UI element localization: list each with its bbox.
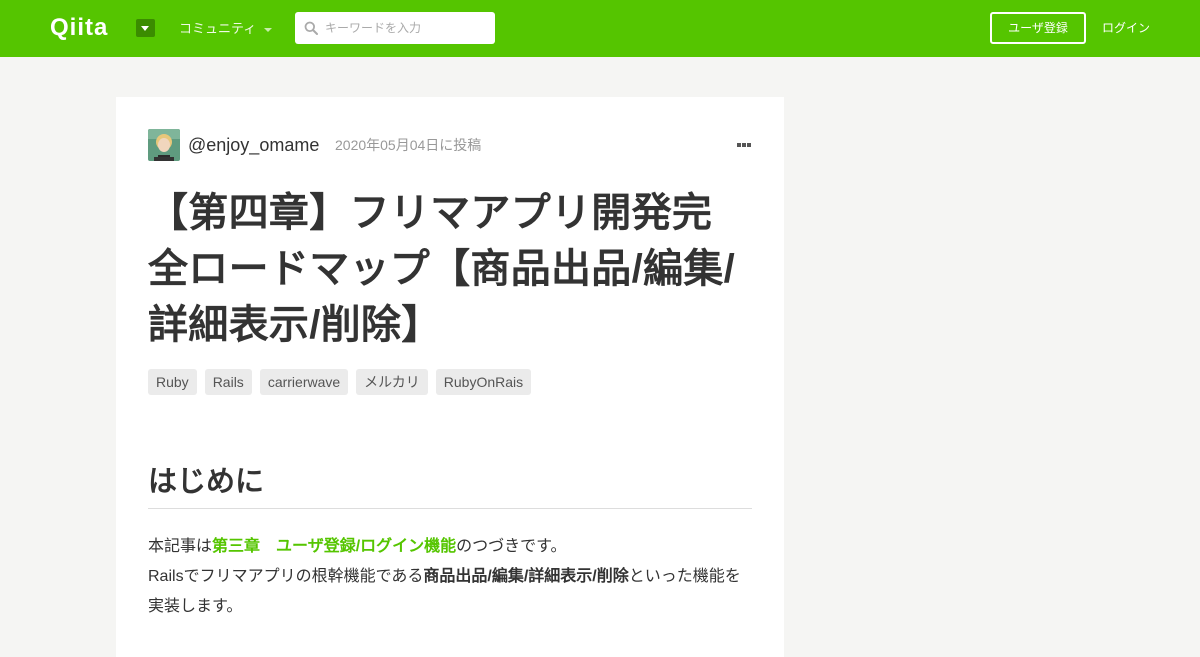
tag-mercari[interactable]: メルカリ [356,369,428,395]
tag-list: Ruby Rails carrierwave メルカリ RubyOnRais [148,369,532,395]
previous-chapter-link[interactable]: 第三章 ユーザ登録/ログイン機能 [212,538,456,555]
posted-date: 2020年05月04日に投稿 [335,137,482,153]
login-link[interactable]: ログイン [1102,20,1150,36]
paragraph-intro: 本記事は第三章 ユーザ登録/ログイン機能のつづきです。 [148,532,752,562]
paragraph-scope-bold: 商品出品/編集/詳細表示/削除 [423,568,629,585]
paragraph-scope-prefix: Railsでフリマアプリの根幹機能である [148,568,424,585]
search-box[interactable] [295,12,495,44]
search-input[interactable] [325,12,489,44]
tag-ruby[interactable]: Ruby [148,369,197,395]
community-menu[interactable]: コミュニティ [179,21,273,37]
community-label: コミュニティ [179,21,257,36]
paragraph-intro-suffix: のつづきです。 [456,538,567,555]
more-icon[interactable] [732,138,756,152]
paragraph-intro-prefix: 本記事は [148,538,213,555]
search-icon [304,21,318,35]
article-body: 本記事は第三章 ユーザ登録/ログイン機能のつづきです。 Railsでフリマアプリ… [148,532,752,622]
chevron-down-icon [264,27,273,32]
qiita-logo[interactable]: Qiita [50,16,108,40]
article-card: @enjoy_omame 2020年05月04日に投稿 【第四章】フリマアプリ開… [116,97,784,657]
tag-rails[interactable]: Rails [204,369,252,395]
tag-carrierwave[interactable]: carrierwave [259,369,349,395]
site-header: Qiita コミュニティ ユーザ登録 ログイン [0,0,1200,57]
article-title: 【第四章】フリマアプリ開発完全ロードマップ【商品出品/編集/詳細表示/削除】 [148,191,736,347]
signup-button[interactable]: ユーザ登録 [990,12,1086,44]
tag-rubyonrais[interactable]: RubyOnRais [435,369,532,395]
section-heading: はじめに [148,462,752,509]
avatar-image [148,129,180,161]
avatar[interactable] [148,129,180,161]
logo-dropdown-button[interactable] [136,19,155,37]
paragraph-scope: Railsでフリマアプリの根幹機能である商品出品/編集/詳細表示/削除といった機… [148,562,752,622]
author-username[interactable]: @enjoy_omame [188,134,319,156]
